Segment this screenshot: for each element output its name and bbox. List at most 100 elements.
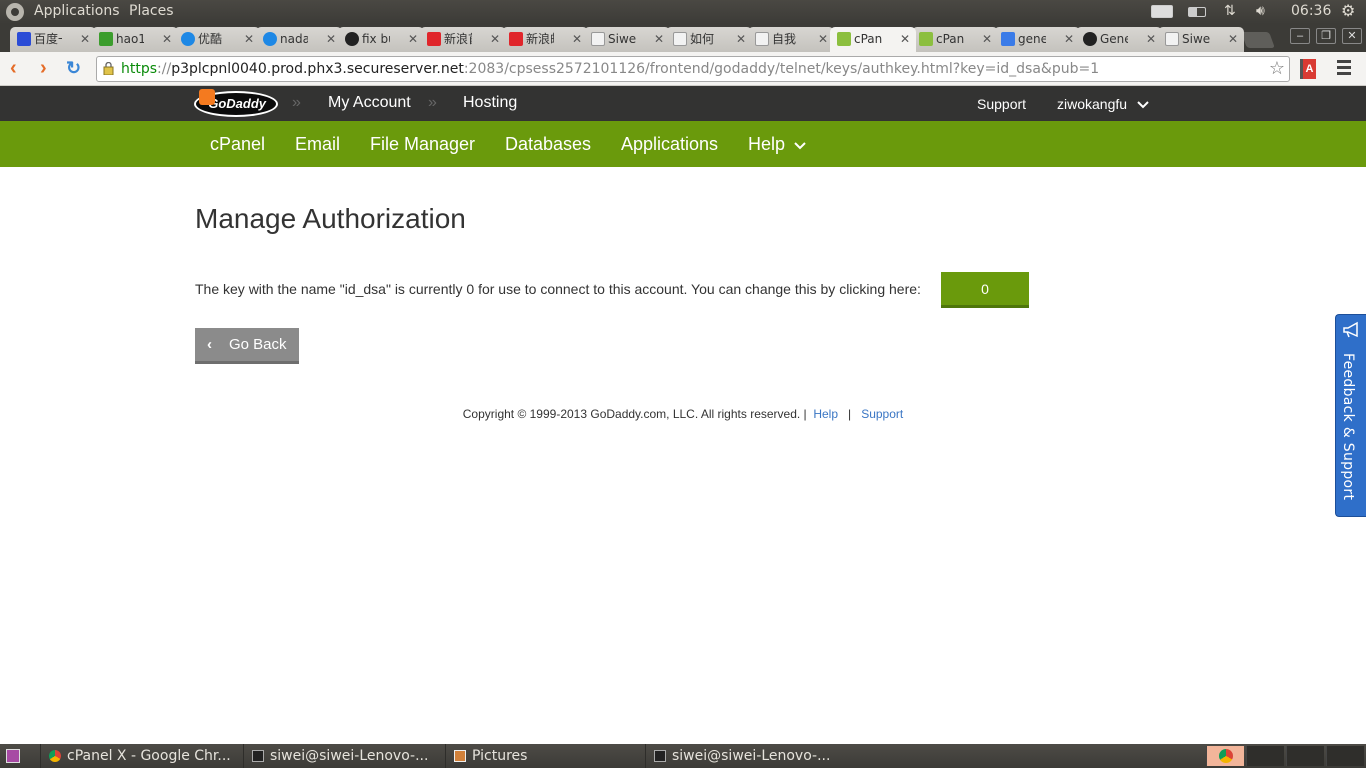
tab-close-icon[interactable]: ✕ bbox=[572, 27, 582, 51]
url-scheme: https bbox=[121, 61, 158, 77]
browser-tab[interactable]: 新浪首 ✕ bbox=[420, 27, 506, 52]
youku-icon bbox=[181, 32, 195, 46]
minimize-button[interactable]: – bbox=[1290, 28, 1310, 44]
tab-title: fix bu bbox=[362, 32, 390, 46]
tab-close-icon[interactable]: ✕ bbox=[244, 27, 254, 51]
nav-databases[interactable]: Databases bbox=[505, 134, 591, 155]
user-menu[interactable]: ziwokangfu bbox=[1057, 96, 1149, 112]
battery-icon[interactable] bbox=[1188, 7, 1206, 17]
show-desktop-icon[interactable] bbox=[6, 749, 20, 763]
taskbar-label: siwei@siwei-Lenovo-... bbox=[270, 748, 429, 764]
clock[interactable]: 06:36 bbox=[1291, 3, 1331, 19]
toggle-authorization-button[interactable]: 0 bbox=[941, 272, 1029, 308]
address-bar[interactable]: https://p3plcpnl0040.prod.phx3.secureser… bbox=[96, 56, 1290, 82]
tab-title: 如何 bbox=[690, 32, 715, 46]
back-arrow-icon[interactable]: ‹ bbox=[10, 57, 17, 79]
browser-tab[interactable]: cPane ✕ bbox=[830, 27, 916, 53]
tab-close-icon[interactable]: ✕ bbox=[1228, 27, 1238, 51]
page-icon bbox=[755, 32, 769, 46]
breadcrumb-hosting[interactable]: Hosting bbox=[463, 94, 517, 112]
taskbar-item-pictures[interactable]: Pictures bbox=[445, 744, 641, 768]
tab-close-icon[interactable]: ✕ bbox=[900, 27, 910, 51]
browser-tab[interactable]: fix bu ✕ bbox=[338, 27, 424, 52]
page-icon bbox=[1165, 32, 1179, 46]
tab-close-icon[interactable]: ✕ bbox=[1064, 27, 1074, 51]
workspace-1[interactable] bbox=[1206, 746, 1244, 766]
username: ziwokangfu bbox=[1057, 96, 1128, 112]
tab-title: cPane bbox=[854, 32, 882, 46]
nav-email[interactable]: Email bbox=[295, 134, 340, 155]
browser-tab[interactable]: nada ✕ bbox=[256, 27, 342, 52]
lock-icon bbox=[103, 62, 114, 75]
workspace-4[interactable] bbox=[1326, 746, 1364, 766]
workspace-2[interactable] bbox=[1246, 746, 1284, 766]
nav-help[interactable]: Help bbox=[748, 134, 806, 155]
places-menu[interactable]: Places bbox=[129, 3, 174, 19]
github-icon bbox=[1083, 32, 1097, 46]
volume-icon[interactable]: 🔊︎ bbox=[1256, 3, 1265, 19]
breadcrumb-my-account[interactable]: My Account bbox=[328, 94, 411, 112]
footer-separator: | bbox=[848, 407, 852, 421]
workspace-3[interactable] bbox=[1286, 746, 1324, 766]
feedback-support-tab[interactable]: Feedback & Support bbox=[1335, 314, 1366, 517]
url-separator: :// bbox=[157, 61, 172, 77]
godaddy-logo[interactable]: GoDaddy bbox=[194, 89, 278, 117]
browser-tab[interactable]: 自我 ✕ bbox=[748, 27, 834, 52]
browser-tab[interactable]: 新浪邮 ✕ bbox=[502, 27, 588, 52]
applications-menu[interactable]: Applications bbox=[34, 3, 120, 19]
browser-tab[interactable]: gene ✕ bbox=[994, 27, 1080, 52]
extension-book-icon[interactable]: A bbox=[1300, 59, 1316, 79]
tab-close-icon[interactable]: ✕ bbox=[490, 27, 500, 51]
chrome-menu-icon[interactable] bbox=[1337, 60, 1351, 78]
browser-tab[interactable]: Siwe' ✕ bbox=[1158, 27, 1244, 52]
tab-close-icon[interactable]: ✕ bbox=[326, 27, 336, 51]
browser-tab[interactable]: Gene ✕ bbox=[1076, 27, 1162, 52]
megaphone-icon bbox=[1343, 321, 1358, 338]
support-link[interactable]: Support bbox=[977, 96, 1026, 112]
feedback-label: Feedback & Support bbox=[1340, 353, 1356, 501]
browser-tab-strip: 百度一✕hao1✕优酷✕nada✕fix bu✕新浪首✕新浪邮✕Siwe'✕如何… bbox=[0, 24, 1366, 53]
forward-arrow-icon[interactable]: › bbox=[40, 57, 47, 79]
weibo-icon bbox=[509, 32, 523, 46]
tab-close-icon[interactable]: ✕ bbox=[736, 27, 746, 51]
tab-title: cPane bbox=[936, 32, 964, 46]
nav-applications[interactable]: Applications bbox=[621, 134, 718, 155]
browser-tab[interactable]: hao1 ✕ bbox=[92, 27, 178, 52]
browser-tab[interactable]: Siwe' ✕ bbox=[584, 27, 670, 52]
tab-close-icon[interactable]: ✕ bbox=[654, 27, 664, 51]
nav-cpanel[interactable]: cPanel bbox=[210, 134, 265, 155]
new-tab-button[interactable] bbox=[1241, 32, 1275, 48]
taskbar-item-terminal[interactable]: siwei@siwei-Lenovo-... bbox=[645, 744, 845, 768]
keyboard-icon[interactable] bbox=[1151, 5, 1173, 18]
go-back-label: Go Back bbox=[229, 336, 287, 353]
folder-icon bbox=[454, 750, 466, 762]
ubuntu-logo-icon[interactable] bbox=[6, 3, 24, 21]
power-icon[interactable]: ⚙ bbox=[1341, 1, 1355, 20]
restore-button[interactable]: ❐ bbox=[1316, 28, 1336, 44]
network-icon[interactable]: ⇅ bbox=[1224, 3, 1236, 19]
tab-close-icon[interactable]: ✕ bbox=[408, 27, 418, 51]
tab-close-icon[interactable]: ✕ bbox=[1146, 27, 1156, 51]
tab-close-icon[interactable]: ✕ bbox=[162, 27, 172, 51]
browser-tab[interactable]: 如何 ✕ bbox=[666, 27, 752, 52]
close-window-button[interactable]: ✕ bbox=[1342, 28, 1362, 44]
browser-tab[interactable]: 优酷 ✕ bbox=[174, 27, 260, 52]
footer-support-link[interactable]: Support bbox=[861, 407, 903, 421]
reload-icon[interactable]: ↻ bbox=[66, 57, 81, 79]
nav-file-manager[interactable]: File Manager bbox=[370, 134, 475, 155]
go-back-button[interactable]: ‹ Go Back bbox=[195, 328, 299, 364]
tab-close-icon[interactable]: ✕ bbox=[818, 27, 828, 51]
taskbar-item-terminal[interactable]: siwei@siwei-Lenovo-... bbox=[243, 744, 439, 768]
breadcrumb-separator-icon: » bbox=[292, 94, 301, 111]
tab-close-icon[interactable]: ✕ bbox=[80, 27, 90, 51]
browser-toolbar: ‹ › ↻ https://p3plcpnl0040.prod.phx3.sec… bbox=[0, 52, 1366, 86]
taskbar-item-chrome[interactable]: cPanel X - Google Chr... bbox=[40, 744, 240, 768]
browser-tab[interactable]: 百度一 ✕ bbox=[10, 27, 96, 52]
bookmark-star-icon[interactable]: ☆ bbox=[1269, 57, 1285, 81]
chevron-down-icon bbox=[794, 142, 806, 150]
browser-tab[interactable]: cPane ✕ bbox=[912, 27, 998, 52]
footer-help-link[interactable]: Help bbox=[813, 407, 838, 421]
key-status-message: The key with the name "id_dsa" is curren… bbox=[195, 281, 921, 297]
tab-close-icon[interactable]: ✕ bbox=[982, 27, 992, 51]
github-icon bbox=[345, 32, 359, 46]
